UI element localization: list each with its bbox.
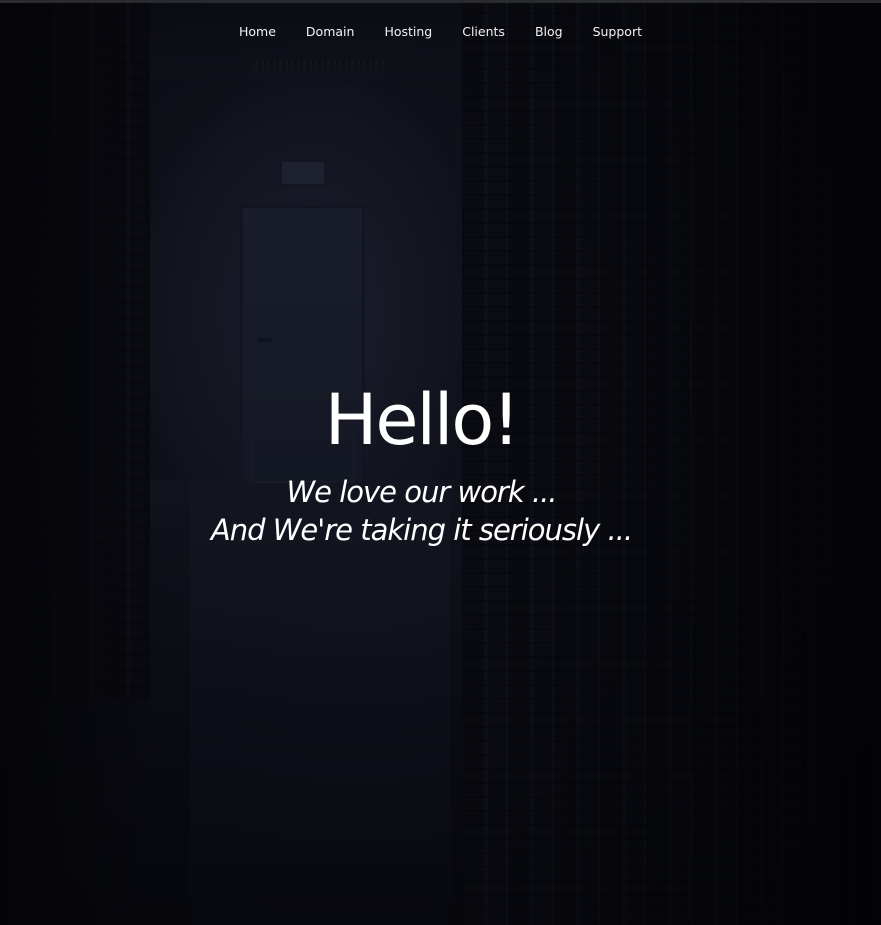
nav-link-home[interactable]: Home (239, 20, 276, 44)
landing-page: Home Domain Hosting Clients Blog Support… (0, 0, 881, 925)
top-border (0, 0, 881, 3)
nav-link-support[interactable]: Support (593, 20, 642, 44)
hero-tagline: We love our work ... And We're taking it… (0, 473, 881, 549)
hero-title: Hello! (324, 379, 521, 461)
tagline-line-2: And We're taking it seriously ... (210, 513, 633, 547)
nav-link-domain[interactable]: Domain (306, 20, 355, 44)
nav-link-hosting[interactable]: Hosting (384, 20, 432, 44)
nav-link-clients[interactable]: Clients (462, 20, 505, 44)
hero-section: Hello! We love our work ... And We're ta… (0, 375, 881, 549)
nav-list: Home Domain Hosting Clients Blog Support (224, 20, 657, 44)
main-navigation: Home Domain Hosting Clients Blog Support (0, 20, 881, 44)
nav-item-home: Home (224, 20, 291, 44)
nav-link-blog[interactable]: Blog (535, 20, 563, 44)
nav-item-hosting: Hosting (369, 20, 447, 44)
nav-item-support: Support (578, 20, 657, 44)
nav-item-clients: Clients (447, 20, 520, 44)
nav-item-blog: Blog (520, 20, 578, 44)
nav-item-domain: Domain (291, 20, 370, 44)
tagline-line-1: We love our work ... (286, 475, 557, 509)
